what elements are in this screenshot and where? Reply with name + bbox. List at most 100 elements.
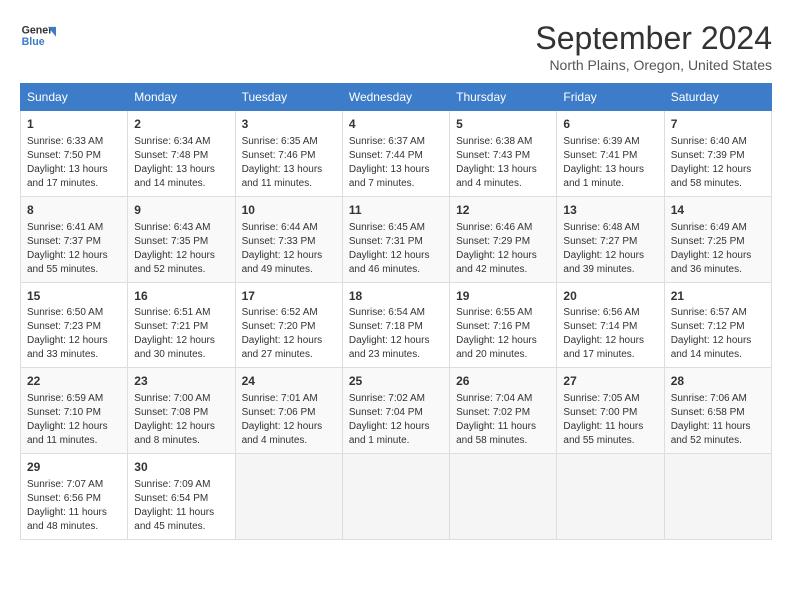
calendar-cell: 21Sunrise: 6:57 AMSunset: 7:12 PMDayligh… [664,282,771,368]
day-info-line: Sunrise: 6:50 AM [27,306,121,320]
calendar-cell: 30Sunrise: 7:09 AMSunset: 6:54 PMDayligh… [128,454,235,540]
weekday-header-thursday: Thursday [450,84,557,111]
calendar-cell: 28Sunrise: 7:06 AMSunset: 6:58 PMDayligh… [664,368,771,454]
day-info-line: and 4 minutes. [456,177,550,191]
day-info-line: Sunrise: 6:48 AM [563,221,657,235]
header: General Blue September 2024 North Plains… [20,20,772,73]
day-info-line: Daylight: 12 hours [456,334,550,348]
calendar-cell: 10Sunrise: 6:44 AMSunset: 7:33 PMDayligh… [235,196,342,282]
day-info-line: Daylight: 12 hours [563,249,657,263]
day-info-line: Sunrise: 6:43 AM [134,221,228,235]
day-info-line: and 1 minute. [563,177,657,191]
day-number: 7 [671,116,765,133]
day-info-line: Sunset: 7:16 PM [456,320,550,334]
calendar-cell: 19Sunrise: 6:55 AMSunset: 7:16 PMDayligh… [450,282,557,368]
day-info-line: and 14 minutes. [134,177,228,191]
day-info-line: Sunrise: 6:39 AM [563,135,657,149]
day-info-line: Daylight: 11 hours [671,420,765,434]
day-info-line: and 4 minutes. [242,434,336,448]
day-info-line: Sunset: 7:29 PM [456,235,550,249]
day-info-line: Daylight: 13 hours [27,163,121,177]
logo: General Blue [20,20,56,50]
day-info-line: Daylight: 13 hours [242,163,336,177]
day-info-line: Sunset: 7:20 PM [242,320,336,334]
day-info-line: Daylight: 12 hours [563,334,657,348]
day-number: 13 [563,202,657,219]
day-info-line: Daylight: 12 hours [134,420,228,434]
day-info-line: Sunset: 7:14 PM [563,320,657,334]
day-info-line: Sunset: 7:27 PM [563,235,657,249]
location-title: North Plains, Oregon, United States [535,57,772,73]
day-info-line: Sunrise: 7:02 AM [349,392,443,406]
calendar-cell: 24Sunrise: 7:01 AMSunset: 7:06 PMDayligh… [235,368,342,454]
calendar-cell: 2Sunrise: 6:34 AMSunset: 7:48 PMDaylight… [128,111,235,197]
calendar-cell: 25Sunrise: 7:02 AMSunset: 7:04 PMDayligh… [342,368,449,454]
day-number: 1 [27,116,121,133]
calendar-cell [557,454,664,540]
day-number: 21 [671,288,765,305]
day-number: 12 [456,202,550,219]
weekday-header-wednesday: Wednesday [342,84,449,111]
day-number: 3 [242,116,336,133]
calendar-cell: 26Sunrise: 7:04 AMSunset: 7:02 PMDayligh… [450,368,557,454]
day-info-line: Daylight: 12 hours [349,420,443,434]
day-info-line: Daylight: 12 hours [134,249,228,263]
day-info-line: Daylight: 12 hours [27,249,121,263]
day-info-line: and 42 minutes. [456,263,550,277]
calendar-cell: 13 Sunrise: 6:48 AMSunset: 7:27 PMDayligh… [557,196,664,282]
day-info-line: Sunrise: 6:37 AM [349,135,443,149]
day-info-line: Sunrise: 7:07 AM [27,478,121,492]
calendar-body: 1Sunrise: 6:33 AMSunset: 7:50 PMDaylight… [21,111,772,540]
month-title: September 2024 [535,20,772,57]
calendar-cell: 29Sunrise: 7:07 AMSunset: 6:56 PMDayligh… [21,454,128,540]
day-info-line: and 17 minutes. [563,348,657,362]
day-info-line: Sunset: 7:04 PM [349,406,443,420]
day-info-line: Sunrise: 7:01 AM [242,392,336,406]
day-info-line: Sunset: 7:18 PM [349,320,443,334]
day-info-line: Daylight: 12 hours [27,334,121,348]
weekday-header-friday: Friday [557,84,664,111]
week-row-4: 29Sunrise: 7:07 AMSunset: 6:56 PMDayligh… [21,454,772,540]
day-info-line: and 55 minutes. [27,263,121,277]
day-number: 4 [349,116,443,133]
day-number: 14 [671,202,765,219]
weekday-header-row: SundayMondayTuesdayWednesdayThursdayFrid… [21,84,772,111]
day-info-line: and 36 minutes. [671,263,765,277]
day-info-line: and 11 minutes. [27,434,121,448]
day-info-line: and 30 minutes. [134,348,228,362]
day-info-line: and 23 minutes. [349,348,443,362]
calendar-cell [342,454,449,540]
day-number: 24 [242,373,336,390]
day-info-line: Sunrise: 6:59 AM [27,392,121,406]
calendar-cell: 7Sunrise: 6:40 AMSunset: 7:39 PMDaylight… [664,111,771,197]
day-info-line: Daylight: 13 hours [349,163,443,177]
day-info-line: Daylight: 12 hours [671,163,765,177]
calendar-cell: 4Sunrise: 6:37 AMSunset: 7:44 PMDaylight… [342,111,449,197]
day-info-line: and 1 minute. [349,434,443,448]
day-info-line: and 7 minutes. [349,177,443,191]
day-number: 5 [456,116,550,133]
day-number: 11 [349,202,443,219]
day-info-line: and 27 minutes. [242,348,336,362]
weekday-header-saturday: Saturday [664,84,771,111]
day-info-line: Sunrise: 7:05 AM [563,392,657,406]
day-number: 19 [456,288,550,305]
calendar-cell [235,454,342,540]
day-info-line: Daylight: 12 hours [134,334,228,348]
day-info-line: Daylight: 13 hours [134,163,228,177]
day-info-line: Daylight: 12 hours [671,249,765,263]
day-info-line: and 49 minutes. [242,263,336,277]
calendar: SundayMondayTuesdayWednesdayThursdayFrid… [20,83,772,540]
day-info-line: Sunrise: 7:04 AM [456,392,550,406]
day-number: 29 [27,459,121,476]
day-info-line: and 46 minutes. [349,263,443,277]
day-info-line: Sunrise: 6:55 AM [456,306,550,320]
day-number: 6 [563,116,657,133]
day-number: 9 [134,202,228,219]
day-info-line: Sunset: 7:48 PM [134,149,228,163]
day-info-line: and 55 minutes. [563,434,657,448]
day-info-line: Sunset: 7:43 PM [456,149,550,163]
day-info-line: Sunrise: 7:09 AM [134,478,228,492]
calendar-cell: 22Sunrise: 6:59 AMSunset: 7:10 PMDayligh… [21,368,128,454]
calendar-cell: 16Sunrise: 6:51 AMSunset: 7:21 PMDayligh… [128,282,235,368]
